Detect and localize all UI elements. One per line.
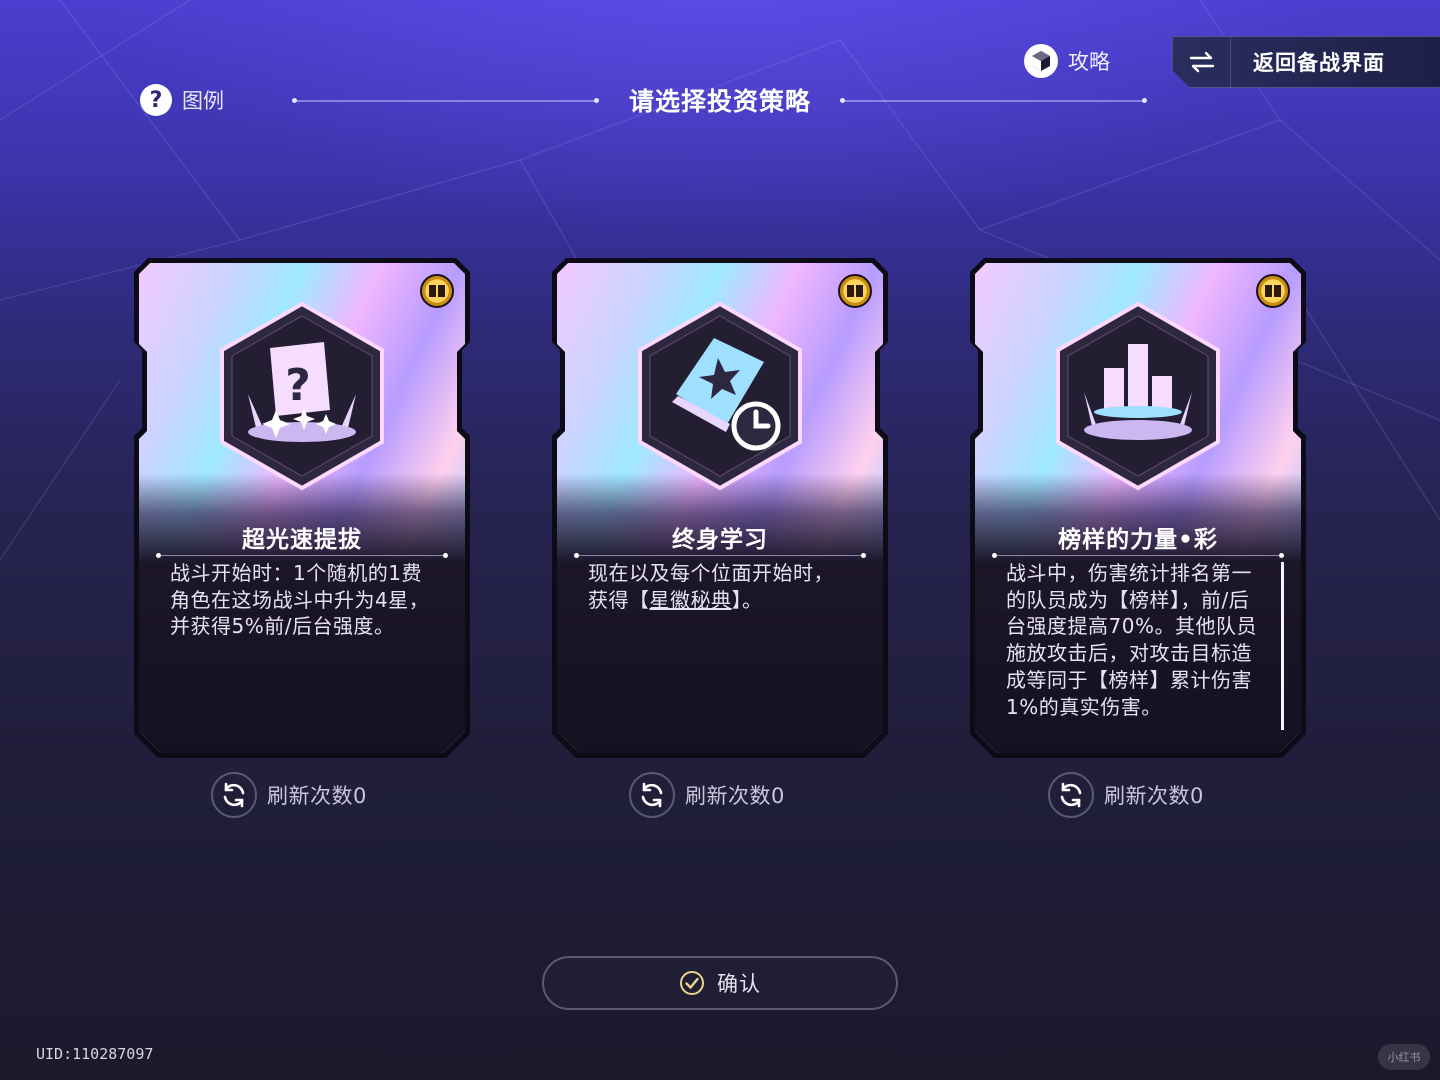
title-divider-left	[296, 100, 596, 102]
crown-question-card-icon: ?	[220, 301, 384, 491]
strategy-card-3[interactable]: 榜样的力量•彩 战斗中，伤害统计排名第一的队员成为【榜样】，前/后台强度提高70…	[970, 258, 1306, 758]
question-icon: ?	[140, 84, 172, 116]
confirm-button[interactable]: 确认	[542, 956, 898, 1010]
guide-label: 攻略	[1068, 50, 1110, 74]
star-book-clock-icon	[638, 301, 802, 491]
swap-arrows-icon	[1173, 37, 1231, 87]
card-divider	[992, 553, 1284, 558]
confirm-label: 确认	[717, 972, 761, 996]
book-badge-icon[interactable]	[420, 274, 454, 308]
crown-bar-chart-icon	[1056, 301, 1220, 491]
card-divider	[156, 553, 448, 558]
card-title: 终身学习	[672, 527, 768, 553]
watermark: 小红书	[1378, 1044, 1430, 1070]
title-divider-dot	[840, 98, 845, 103]
title-divider-dot	[1142, 98, 1147, 103]
refresh-count-label: 刷新次数0	[267, 784, 367, 808]
check-circle-icon	[680, 971, 704, 995]
refresh-icon	[629, 772, 675, 818]
refresh-icon	[1048, 772, 1094, 818]
card-description: 战斗中，伤害统计排名第一的队员成为【榜样】，前/后台强度提高70%。其他队员施放…	[1006, 561, 1257, 719]
strategy-card-2[interactable]: 终身学习 现在以及每个位面开始时，获得【星徽秘典】。	[552, 258, 888, 758]
refresh-count-label: 刷新次数0	[1104, 784, 1204, 808]
card-title: 榜样的力量•彩	[1058, 527, 1218, 553]
refresh-button-2[interactable]: 刷新次数0	[629, 772, 785, 818]
title-divider-dot	[594, 98, 599, 103]
card-title: 超光速提拔	[242, 527, 362, 553]
card-description: 战斗开始时：1个随机的1费角色在这场战斗中升为4星，并获得5%前/后台强度。	[170, 561, 430, 639]
card-divider	[574, 553, 866, 558]
title-divider-right	[844, 100, 1144, 102]
guide-button[interactable]: 攻略	[1024, 44, 1110, 78]
refresh-icon	[211, 772, 257, 818]
book-badge-icon[interactable]	[838, 274, 872, 308]
title-divider-dot	[292, 98, 297, 103]
guide-cube-icon	[1024, 44, 1058, 78]
refresh-button-1[interactable]: 刷新次数0	[211, 772, 367, 818]
refresh-button-3[interactable]: 刷新次数0	[1048, 772, 1204, 818]
back-to-prep-button[interactable]: 返回备战界面	[1172, 36, 1440, 88]
refresh-count-label: 刷新次数0	[685, 784, 785, 808]
star-book-link[interactable]: 星徽秘典	[650, 588, 732, 612]
description-scrollbar[interactable]	[1281, 562, 1284, 730]
legend-label: 图例	[182, 89, 224, 113]
page-title: 请选择投资策略	[628, 87, 811, 116]
svg-text:?: ?	[285, 360, 311, 411]
legend-button[interactable]: ? 图例	[140, 84, 224, 116]
book-badge-icon[interactable]	[1256, 274, 1290, 308]
card-description: 现在以及每个位面开始时，获得【星徽秘典】。	[588, 560, 850, 744]
uid-label: UID:110287097	[36, 1045, 154, 1063]
card-description-suffix: 】。	[731, 587, 763, 612]
strategy-card-1[interactable]: ? 超光速提拔 战斗开始时：1个随机的1费角色在这场战斗中升为4星，并获得5%前…	[134, 258, 470, 758]
back-to-prep-label: 返回备战界面	[1253, 51, 1385, 75]
